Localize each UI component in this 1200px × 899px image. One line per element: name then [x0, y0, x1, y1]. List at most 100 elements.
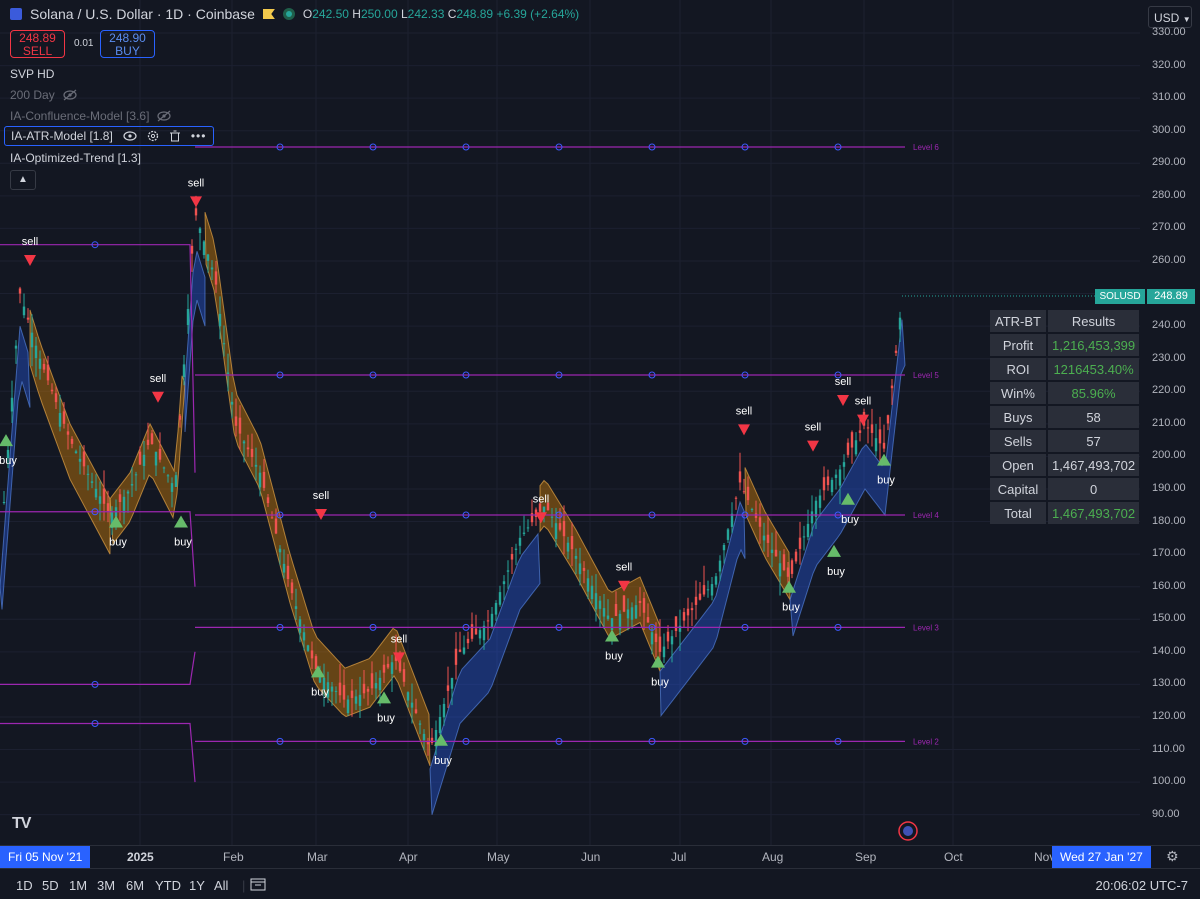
- tradingview-logo[interactable]: TV: [12, 815, 31, 833]
- price-tick-label: 300.00: [1152, 123, 1186, 136]
- candle-body: [358, 694, 362, 706]
- candle-body: [282, 563, 286, 573]
- table-cell: 1,467,493,702: [1048, 454, 1140, 476]
- range-5d-button[interactable]: 5D: [42, 878, 59, 893]
- level-step-line: [0, 651, 196, 686]
- candle-body: [78, 458, 82, 462]
- candle-body: [682, 612, 686, 621]
- candle-body: [262, 471, 266, 488]
- range-1d-button[interactable]: 1D: [16, 878, 33, 893]
- candle-body: [418, 723, 422, 725]
- candle-body: [594, 593, 598, 610]
- eye-hidden-icon[interactable]: [63, 89, 77, 101]
- range-3m-button[interactable]: 3M: [97, 878, 115, 893]
- flag-icon[interactable]: [262, 9, 275, 19]
- more-options-icon[interactable]: •••: [191, 129, 207, 143]
- candle-body: [166, 475, 170, 477]
- buy-signal-label: buy: [841, 514, 859, 526]
- candle-body: [214, 271, 218, 285]
- time-label: Jul: [671, 850, 687, 864]
- candle-body: [722, 545, 726, 551]
- settings-gear-icon[interactable]: [147, 130, 159, 142]
- candle-body: [706, 589, 710, 591]
- candle-body: [298, 619, 302, 633]
- sell-signal-marker: [190, 196, 202, 208]
- trash-icon[interactable]: [169, 130, 181, 142]
- price-tick-label: 310.00: [1152, 91, 1186, 104]
- candle-body: [730, 513, 734, 527]
- candle-body: [686, 608, 690, 616]
- time-label: Jun: [581, 850, 601, 864]
- indicator-confluence-model[interactable]: IA-Confluence-Model [3.6]: [10, 109, 172, 123]
- table-cell: 1,216,453,399: [1048, 334, 1140, 356]
- candle-body: [838, 469, 842, 486]
- crosshair-date-right: Wed 27 Jan '27: [1052, 846, 1151, 868]
- indicator-svp-hd[interactable]: SVP HD: [10, 67, 54, 81]
- candle-body: [70, 438, 74, 444]
- table-cell: ROI: [990, 358, 1046, 380]
- candle-body: [186, 309, 190, 326]
- candle-body: [586, 578, 590, 592]
- candle-body: [330, 686, 334, 692]
- buy-label: BUY: [115, 44, 140, 58]
- currency-selector[interactable]: USD ▼: [1148, 6, 1192, 28]
- candle-body: [490, 613, 494, 628]
- candle-body: [874, 438, 878, 452]
- candle-body: [350, 690, 354, 698]
- candle-body: [570, 536, 574, 550]
- range-1m-button[interactable]: 1M: [69, 878, 87, 893]
- buy-signal-label: buy: [434, 755, 452, 767]
- indicator-200-day[interactable]: 200 Day: [10, 88, 77, 102]
- candle-body: [174, 475, 178, 487]
- sell-button[interactable]: 248.89 SELL: [10, 30, 65, 58]
- bearish-atr-band: [109, 375, 186, 546]
- table-row: Capital 0: [990, 478, 1140, 500]
- candle-body: [522, 532, 526, 534]
- candle-body: [334, 690, 338, 692]
- candle-body: [90, 481, 94, 483]
- candle-body: [470, 624, 474, 639]
- candle-body: [670, 636, 674, 645]
- clock-timezone[interactable]: 20:06:02 UTC-7: [1096, 878, 1189, 893]
- range-6m-button[interactable]: 6M: [126, 878, 144, 893]
- time-axis[interactable]: Fri 05 Nov '21 2025 Feb Mar Apr May Jun …: [0, 845, 1200, 869]
- candle-body: [518, 537, 522, 546]
- chart-settings-icon[interactable]: ⚙: [1166, 848, 1179, 865]
- date-range-icon[interactable]: [250, 877, 266, 891]
- candle-body: [106, 503, 110, 512]
- range-ytd-button[interactable]: YTD: [155, 878, 181, 893]
- candle-body: [142, 454, 146, 467]
- candle-body: [170, 483, 174, 492]
- range-1y-button[interactable]: 1Y: [189, 878, 205, 893]
- candle-body: [382, 664, 386, 673]
- range-all-button[interactable]: All: [214, 878, 228, 893]
- candle-body: [494, 602, 498, 615]
- eye-icon[interactable]: [123, 130, 137, 142]
- candle-body: [314, 656, 318, 670]
- indicator-optimized-trend[interactable]: IA-Optimized-Trend [1.3]: [10, 151, 141, 165]
- candle-body: [242, 441, 246, 444]
- table-cell: 57: [1048, 430, 1140, 452]
- bullish-atr-band: [659, 500, 746, 718]
- spread-value: 0.01: [74, 38, 94, 49]
- candle-body: [18, 288, 22, 294]
- candle-body: [666, 631, 670, 642]
- candle-body: [2, 502, 6, 504]
- candle-body: [446, 685, 450, 691]
- candle-body: [762, 535, 766, 541]
- candle-body: [290, 582, 294, 594]
- indicator-atr-model[interactable]: IA-ATR-Model [1.8] •••: [4, 126, 214, 146]
- candle-body: [866, 427, 870, 429]
- candle-body: [646, 617, 650, 623]
- candle-body: [626, 609, 630, 619]
- buy-button[interactable]: 248.90 BUY: [100, 30, 155, 58]
- buy-signal-label: buy: [827, 566, 845, 578]
- candle-body: [606, 615, 610, 619]
- buy-signal-label: buy: [311, 686, 329, 698]
- collapse-legend-button[interactable]: ▲: [10, 170, 36, 190]
- candle-body: [782, 554, 786, 571]
- eye-hidden-icon[interactable]: [157, 110, 172, 122]
- candle-body: [502, 581, 506, 585]
- symbol-title[interactable]: Solana / U.S. Dollar · 1D · Coinbase: [30, 6, 255, 22]
- candle-body: [54, 393, 58, 403]
